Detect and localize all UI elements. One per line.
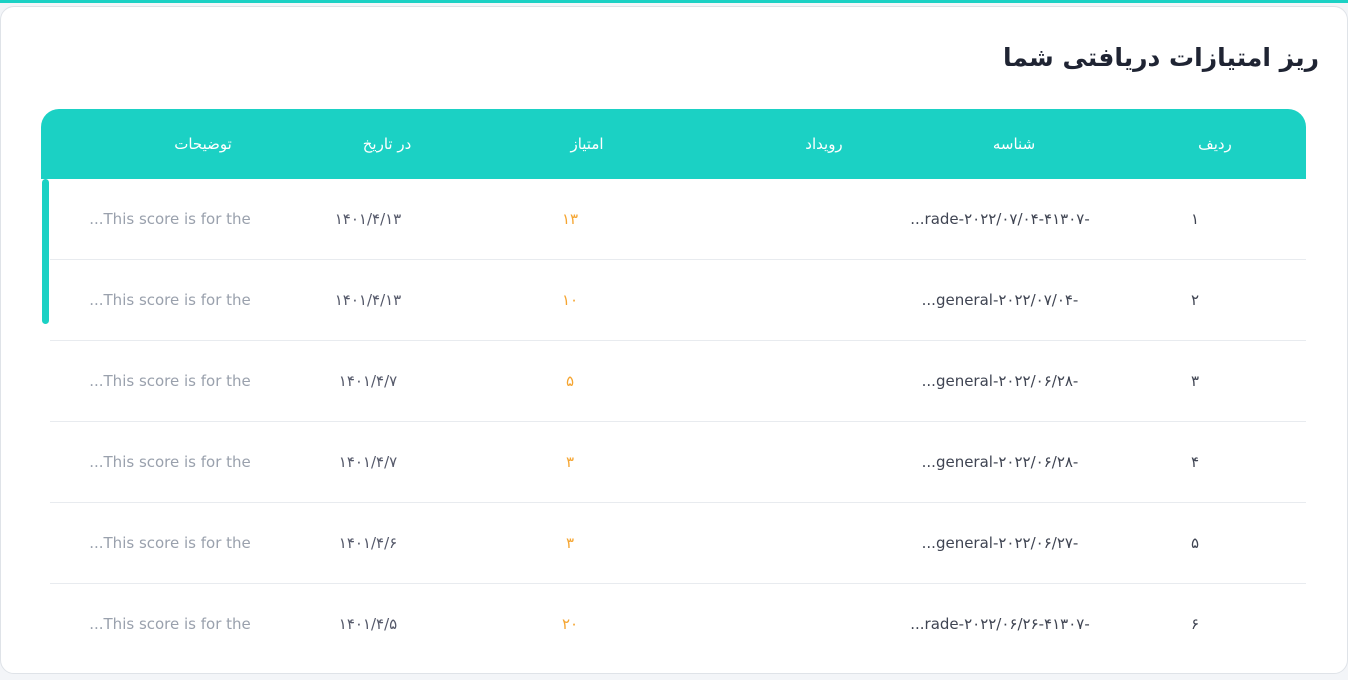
cell-emtiaz: ۱۳: [561, 210, 579, 228]
header-desc: توضیحات: [174, 135, 232, 153]
table-row: ۳ ...general-۲۰۲۲/۰۶/۲۸- ۵ ۱۴۰۱/۴/۷ ...T…: [50, 341, 1306, 422]
header-rouydad: رویداد: [805, 135, 843, 153]
table-row: ۴ ...general-۲۰۲۲/۰۶/۲۸- ۳ ۱۴۰۱/۴/۷ ...T…: [50, 422, 1306, 503]
cell-emtiaz: ۲۰: [561, 615, 579, 633]
header-date: در تاریخ: [362, 135, 412, 153]
cell-date: ۱۴۰۱/۴/۱۳: [334, 291, 402, 309]
table-row: ۱ ...rade-۲۰۲۲/۰۷/۰۴-۴۱۳۰۷- ۱۳ ۱۴۰۱/۴/۱۳…: [50, 179, 1306, 260]
cell-emtiaz: ۳: [565, 534, 575, 552]
header-shenase: شناسه: [992, 135, 1036, 153]
cell-shenase: ...general-۲۰۲۲/۰۶/۲۸-: [921, 453, 1079, 471]
table-scrollbar[interactable]: [41, 179, 50, 664]
cell-shenase: ...rade-۲۰۲۲/۰۷/۰۴-۴۱۳۰۷-: [910, 210, 1090, 228]
scrollbar-thumb[interactable]: [42, 179, 49, 324]
cell-date: ۱۴۰۱/۴/۷: [338, 453, 398, 471]
cell-emtiaz: ۳: [565, 453, 575, 471]
cell-radif: ۴: [1190, 453, 1200, 471]
cell-emtiaz: ۱۰: [561, 291, 579, 309]
table-header: ردیف شناسه رویداد امتیاز در تاریخ توضیحا…: [41, 109, 1306, 179]
page-title: ریز امتیازات دریافتی شما: [1003, 43, 1319, 72]
cell-desc: ...This score is for the: [89, 453, 251, 471]
cell-date: ۱۴۰۱/۴/۶: [338, 534, 398, 552]
cell-desc: ...This score is for the: [89, 372, 251, 390]
cell-desc: ...This score is for the: [89, 291, 251, 309]
header-radif: ردیف: [1198, 135, 1232, 153]
cell-radif: ۵: [1190, 534, 1200, 552]
cell-date: ۱۴۰۱/۴/۵: [338, 615, 398, 633]
cell-date: ۱۴۰۱/۴/۷: [338, 372, 398, 390]
cell-radif: ۱: [1190, 210, 1200, 228]
cell-radif: ۲: [1190, 291, 1200, 309]
top-accent-line: [0, 0, 1348, 3]
cell-shenase: ...general-۲۰۲۲/۰۷/۰۴-: [921, 291, 1079, 309]
cell-shenase: ...general-۲۰۲۲/۰۶/۲۷-: [921, 534, 1079, 552]
scores-card: ریز امتیازات دریافتی شما ردیف شناسه روید…: [0, 6, 1348, 674]
cell-radif: ۳: [1190, 372, 1200, 390]
cell-date: ۱۴۰۱/۴/۱۳: [334, 210, 402, 228]
cell-shenase: ...rade-۲۰۲۲/۰۶/۲۶-۴۱۳۰۷-: [910, 615, 1090, 633]
cell-rouydad: [764, 260, 884, 341]
cell-desc: ...This score is for the: [89, 534, 251, 552]
table-row: ۶ ...rade-۲۰۲۲/۰۶/۲۶-۴۱۳۰۷- ۲۰ ۱۴۰۱/۴/۵ …: [50, 584, 1306, 664]
cell-rouydad: [764, 422, 884, 503]
table-row: ۵ ...general-۲۰۲۲/۰۶/۲۷- ۳ ۱۴۰۱/۴/۶ ...T…: [50, 503, 1306, 584]
cell-rouydad: [764, 341, 884, 422]
cell-rouydad: [764, 503, 884, 584]
table-row: ۲ ...general-۲۰۲۲/۰۷/۰۴- ۱۰ ۱۴۰۱/۴/۱۳ ..…: [50, 260, 1306, 341]
cell-shenase: ...general-۲۰۲۲/۰۶/۲۸-: [921, 372, 1079, 390]
cell-radif: ۶: [1190, 615, 1200, 633]
cell-rouydad: [764, 179, 884, 260]
cell-desc: ...This score is for the: [89, 615, 251, 633]
cell-emtiaz: ۵: [565, 372, 575, 390]
table-body: ۱ ...rade-۲۰۲۲/۰۷/۰۴-۴۱۳۰۷- ۱۳ ۱۴۰۱/۴/۱۳…: [50, 179, 1306, 664]
scores-table: ردیف شناسه رویداد امتیاز در تاریخ توضیحا…: [41, 109, 1306, 664]
header-emtiaz: امتیاز: [570, 135, 604, 153]
cell-rouydad: [764, 584, 884, 664]
cell-desc: ...This score is for the: [89, 210, 251, 228]
